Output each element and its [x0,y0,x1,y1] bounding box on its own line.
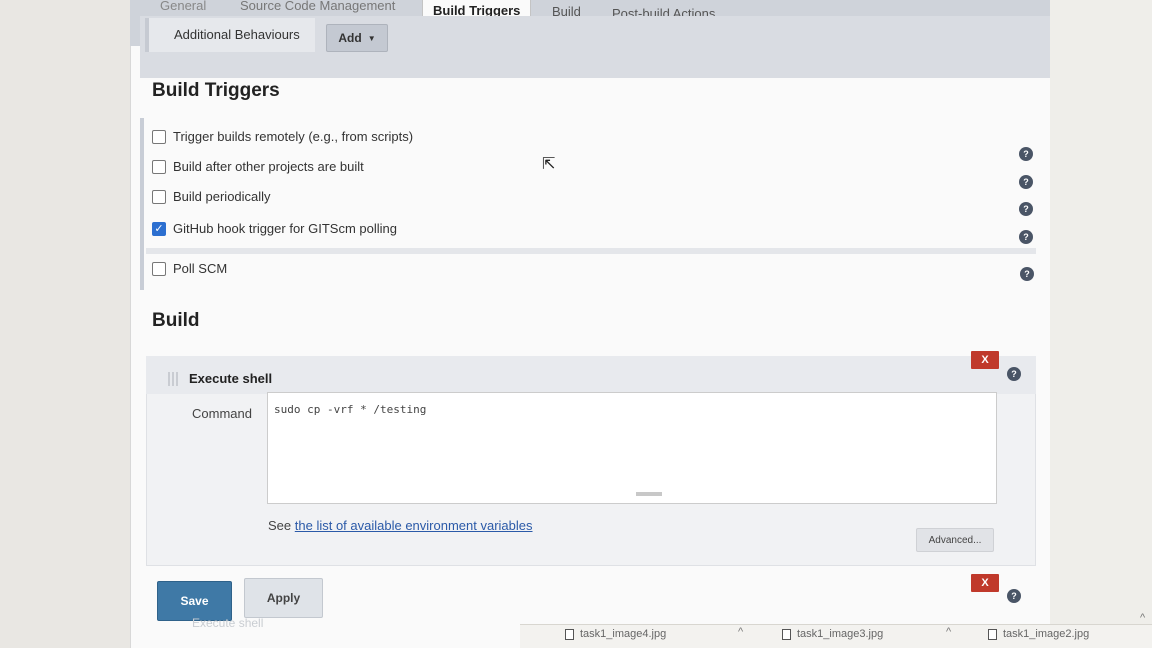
image-file-icon [782,628,791,640]
trigger-after-projects-checkbox[interactable] [152,159,166,174]
help-icon[interactable]: ? [1007,589,1021,603]
help-icon[interactable]: ? [1019,202,1033,216]
build-heading: Build [152,310,200,331]
trigger-periodically-option[interactable]: Build periodically [152,189,271,204]
help-icon[interactable]: ? [1007,367,1021,381]
desktop-margin [1050,0,1152,648]
textarea-resize-handle[interactable] [636,492,662,496]
download-item[interactable]: task1_image2.jpg [988,628,1089,640]
add-behaviour-button[interactable]: Add ▼ [326,24,388,52]
help-icon[interactable]: ? [1019,230,1033,244]
download-filename: task1_image4.jpg [580,628,667,640]
trigger-after-projects-option[interactable]: Build after other projects are built [152,159,364,174]
add-button-label: Add [338,31,362,45]
trigger-poll-scm-label: Poll SCM [173,261,228,276]
chevron-up-icon[interactable]: ^ [946,626,951,638]
chevron-up-icon[interactable]: ^ [1140,612,1145,624]
trigger-github-hook-checkbox[interactable]: ✓ [152,221,166,236]
command-label: Command [192,406,252,421]
image-file-icon [988,628,997,640]
command-textarea[interactable]: sudo cp -vrf * /testing [267,392,997,504]
trigger-remote-checkbox[interactable] [152,129,166,144]
trigger-remote-option[interactable]: Trigger builds remotely (e.g., from scri… [152,129,413,144]
help-icon[interactable]: ? [1019,147,1033,161]
execute-shell-header [146,356,1036,394]
help-icon[interactable]: ? [1020,267,1034,281]
save-button[interactable]: Save [157,581,232,621]
download-item[interactable]: task1_image3.jpg [782,628,883,640]
trigger-divider [146,248,1036,254]
chevron-up-icon[interactable]: ^ [738,626,743,638]
trigger-periodically-checkbox[interactable] [152,189,166,204]
image-file-icon [565,628,574,640]
trigger-poll-scm-checkbox[interactable] [152,261,166,276]
delete-step-button[interactable]: X [971,574,999,592]
mouse-cursor-icon: ⇱ [542,156,556,173]
trigger-after-projects-label: Build after other projects are built [173,159,364,174]
delete-step-button[interactable]: X [971,351,999,369]
drag-handle-icon[interactable] [168,372,180,386]
download-filename: task1_image2.jpg [1003,628,1090,640]
trigger-periodically-label: Build periodically [173,189,271,204]
apply-button[interactable]: Apply [244,578,323,618]
env-vars-hint: See the list of available environment va… [268,518,533,533]
download-item[interactable]: task1_image4.jpg [565,628,666,640]
execute-shell-title: Execute shell [189,371,273,386]
env-vars-link[interactable]: the list of available environment variab… [295,518,533,533]
trigger-github-hook-option[interactable]: ✓ GitHub hook trigger for GITScm polling [152,221,397,236]
trigger-poll-scm-option[interactable]: Poll SCM [152,261,227,276]
advanced-button[interactable]: Advanced... [916,528,994,552]
help-icon[interactable]: ? [1019,175,1033,189]
env-vars-prefix: See [268,518,292,533]
additional-behaviours-label: Additional Behaviours [174,27,300,42]
trigger-remote-label: Trigger builds remotely (e.g., from scri… [173,129,414,144]
download-filename: task1_image3.jpg [797,628,884,640]
caret-down-icon: ▼ [367,33,376,43]
second-step-title: Execute shell [192,616,264,630]
trigger-github-hook-label: GitHub hook trigger for GITScm polling [173,221,397,236]
build-triggers-heading: Build Triggers [152,80,280,101]
